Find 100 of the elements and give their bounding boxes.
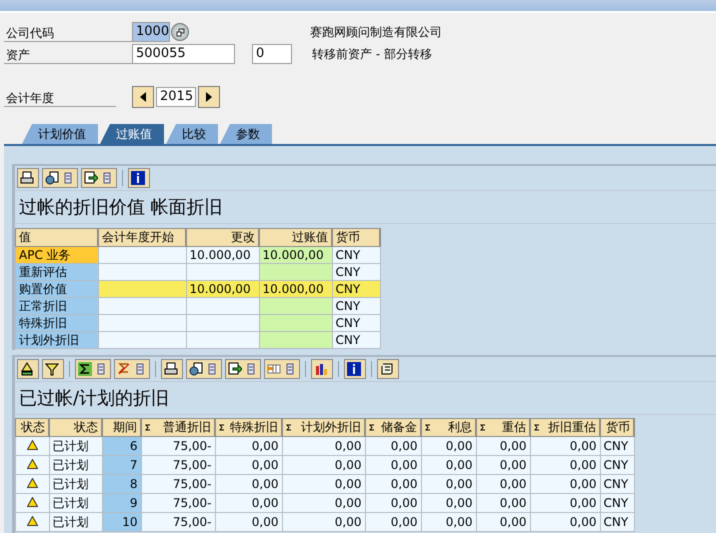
subtotal-icon (117, 362, 131, 376)
table-cell: 已计划 (49, 474, 102, 494)
grid-title: 过帐的折旧价值 帐面折旧 (15, 191, 716, 224)
table-cell: 8 (102, 474, 141, 494)
column-header[interactable]: 储备金 (365, 418, 421, 436)
table-cell: CNY (332, 264, 380, 280)
fiscal-year-field[interactable]: 2015 (156, 87, 196, 107)
toolbar-button[interactable] (128, 168, 150, 188)
table-cell: CNY (332, 246, 380, 264)
bar-chart-icon (314, 362, 328, 376)
column-header[interactable]: 重估 (476, 418, 530, 436)
column-header[interactable]: 会计年度开始 (98, 228, 186, 246)
table-cell: 0,00 (421, 474, 476, 494)
toolbar-button[interactable] (75, 359, 111, 379)
table-cell: 已计划 (49, 512, 102, 532)
table-cell: 10.000,00 (259, 246, 332, 264)
export-icon (84, 171, 98, 185)
column-header[interactable]: 状态 (49, 418, 102, 436)
table-cell: 6 (102, 436, 141, 456)
table-cell: 0,00 (282, 494, 365, 512)
table-cell: 75,00- (141, 474, 215, 494)
table-cell: 已计划 (49, 494, 102, 512)
toolbar-button[interactable] (225, 359, 261, 379)
table-cell: 75,00- (141, 494, 215, 512)
table-cell: 0,00 (476, 436, 530, 456)
export-icon (228, 362, 242, 376)
toolbar-button[interactable] (42, 168, 78, 188)
table-cell: CNY (600, 474, 634, 494)
next-year-button[interactable] (198, 86, 220, 108)
table-cell: 0,00 (215, 474, 282, 494)
company-code-field[interactable]: 1000 (132, 22, 170, 42)
sum-marker-icon (145, 424, 151, 431)
column-header[interactable]: 货币 (332, 228, 380, 246)
table-cell: 0,00 (365, 494, 421, 512)
toolbar-button[interactable] (17, 168, 39, 188)
column-header[interactable]: 利息 (421, 418, 476, 436)
column-header[interactable]: 过账值 (259, 228, 332, 246)
table-cell: 0,00 (365, 456, 421, 474)
table-cell: 0,00 (421, 494, 476, 512)
tab[interactable]: 比较 (166, 124, 218, 144)
table-cell: 75,00- (141, 512, 215, 532)
table-cell: 0,00 (282, 436, 365, 456)
column-header[interactable]: 期间 (102, 418, 141, 436)
row-header: APC 业务 (16, 246, 98, 264)
row-header: 购置价值 (16, 280, 98, 298)
toolbar-button[interactable] (161, 359, 183, 379)
info-icon (131, 171, 145, 185)
table-cell: 0,00 (530, 474, 600, 494)
column-header[interactable]: 更改 (186, 228, 259, 246)
document-globe-icon (45, 171, 59, 185)
grid-title: 已过帐/计划的折旧 (15, 382, 716, 415)
toolbar-button[interactable] (42, 359, 64, 379)
toolbar-button[interactable] (264, 359, 300, 379)
table-cell: 0,00 (530, 456, 600, 474)
table-cell: 10.000,00 (259, 280, 332, 298)
table-cell: 已计划 (49, 456, 102, 474)
window-icon (176, 28, 184, 36)
previous-year-button[interactable] (132, 86, 154, 108)
field-label: 会计年度 (4, 88, 116, 106)
column-header[interactable]: 值 (16, 228, 98, 246)
table-cell: 10 (102, 512, 141, 532)
column-layout-icon (267, 362, 281, 376)
warning-icon (26, 497, 38, 507)
warning-icon (26, 440, 38, 450)
match-code-button[interactable] (171, 23, 189, 41)
column-header[interactable]: 状态 (16, 418, 49, 436)
company-name: 赛跑网顾问制造有限公司 (310, 24, 442, 40)
tab[interactable]: 参数 (220, 124, 272, 144)
table-cell: 0,00 (282, 456, 365, 474)
left-arrow-icon (140, 92, 146, 102)
table-cell: 0,00 (530, 494, 600, 512)
toolbar-button[interactable] (344, 359, 366, 379)
toolbar-button[interactable] (17, 359, 39, 379)
column-header[interactable]: 折旧重估 (530, 418, 600, 436)
column-header[interactable]: 特殊折旧 (215, 418, 282, 436)
info-icon (347, 362, 361, 376)
table-cell: CNY (600, 494, 634, 512)
table-cell: 0,00 (365, 474, 421, 494)
filter-icon (45, 362, 59, 376)
column-header[interactable]: 计划外折旧 (282, 418, 365, 436)
sub-number-field[interactable]: 0 (252, 44, 292, 64)
table-cell: 0,00 (421, 456, 476, 474)
column-header[interactable]: 普通折旧 (141, 418, 215, 436)
sort-icon (20, 362, 34, 376)
row-header: 计划外折旧 (16, 332, 98, 348)
asset-number-field[interactable]: 500055 (132, 44, 235, 64)
toolbar-button[interactable] (186, 359, 222, 379)
table-cell: 0,00 (215, 512, 282, 532)
sum-marker-icon (219, 424, 225, 431)
tab[interactable]: 计划价值 (22, 124, 98, 144)
toolbar-button[interactable] (81, 168, 117, 188)
printer-icon (164, 362, 178, 376)
tab[interactable]: 过账值 (100, 124, 164, 144)
table-cell: 0,00 (215, 456, 282, 474)
row-header: 正常折旧 (16, 298, 98, 314)
toolbar-button[interactable] (377, 359, 399, 379)
table-cell: 0,00 (282, 474, 365, 494)
table-cell: CNY (600, 512, 634, 532)
column-header[interactable]: 货币 (600, 418, 634, 436)
toolbar-button[interactable] (311, 359, 333, 379)
